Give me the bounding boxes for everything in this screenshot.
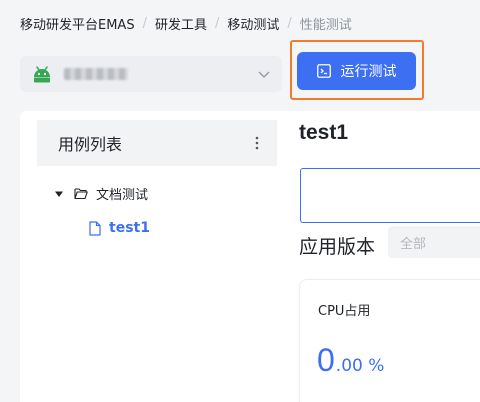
caret-down-icon[interactable] bbox=[54, 189, 64, 199]
breadcrumb-item-emas[interactable]: 移动研发平台EMAS bbox=[20, 14, 135, 33]
breadcrumb-separator: / bbox=[287, 16, 292, 31]
breadcrumb-item-mobile-test[interactable]: 移动测试 bbox=[227, 14, 279, 33]
file-icon bbox=[89, 220, 101, 236]
cpu-usage-title: CPU占用 bbox=[318, 304, 371, 319]
android-icon bbox=[34, 66, 50, 83]
app-selector[interactable] bbox=[20, 56, 282, 92]
description-input[interactable] bbox=[300, 168, 480, 223]
cpu-usage-value-frac: .00 % bbox=[335, 356, 385, 376]
test-list-header: 用例列表 bbox=[37, 120, 277, 166]
run-test-button[interactable]: 运行测试 bbox=[297, 52, 416, 90]
test-case-title: test1 bbox=[299, 121, 349, 144]
app-version-placeholder: 全部 bbox=[400, 236, 427, 252]
cpu-usage-value: 0.00 % bbox=[317, 342, 384, 379]
chevron-down-icon bbox=[258, 71, 270, 79]
test-case-tree: 用例列表 文档测试 test1 bbox=[37, 120, 277, 402]
breadcrumb-item-dev-tools[interactable]: 研发工具 bbox=[155, 14, 207, 33]
more-vertical-icon[interactable] bbox=[249, 135, 265, 151]
terminal-icon bbox=[316, 64, 331, 78]
tree-item-label: test1 bbox=[109, 220, 150, 236]
app-version-label: 应用版本 bbox=[299, 236, 376, 258]
test-list-title: 用例列表 bbox=[58, 135, 123, 154]
breadcrumb: 移动研发平台EMAS / 研发工具 / 移动测试 / 性能测试 bbox=[20, 14, 352, 33]
app-name-redacted bbox=[64, 68, 128, 80]
breadcrumb-item-performance-test: 性能测试 bbox=[299, 18, 352, 33]
cpu-usage-card: CPU占用 0.00 % bbox=[299, 279, 480, 402]
tree-folder-doc-test[interactable]: 文档测试 bbox=[54, 184, 148, 203]
breadcrumb-separator: / bbox=[142, 16, 147, 31]
tree-item-test1[interactable]: test1 bbox=[89, 220, 150, 236]
folder-open-icon bbox=[74, 188, 88, 200]
cpu-usage-value-int: 0 bbox=[317, 342, 335, 378]
run-test-label: 运行测试 bbox=[340, 64, 397, 80]
app-version-select[interactable]: 全部 bbox=[388, 226, 480, 258]
breadcrumb-separator: / bbox=[214, 16, 220, 31]
tree-folder-label: 文档测试 bbox=[96, 188, 149, 203]
